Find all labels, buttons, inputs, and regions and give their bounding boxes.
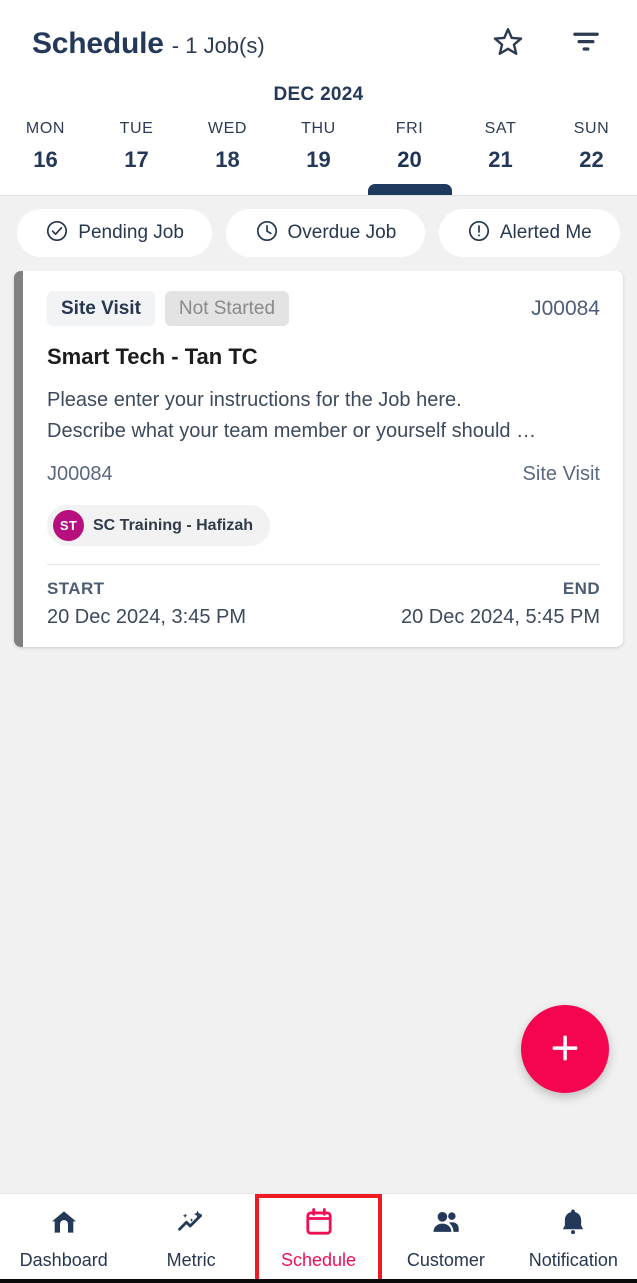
job-start-block: START 20 Dec 2024, 3:45 PM <box>47 579 246 629</box>
job-description-line-2: Describe what your team member or yourse… <box>47 420 537 442</box>
page-title-main: Schedule <box>32 27 164 60</box>
day-number-label: 19 <box>306 147 331 172</box>
home-icon <box>48 1206 80 1243</box>
job-status-tag: Not Started <box>164 291 290 326</box>
title-row: Schedule - 1 Job(s) <box>0 0 637 78</box>
job-meta-row: J00084 Site Visit <box>47 463 600 486</box>
app-header: Schedule - 1 Job(s) DEC 2024 MON 16 TUE … <box>0 0 637 196</box>
clock-icon <box>255 219 279 248</box>
filter-chip-label: Alerted Me <box>499 222 592 243</box>
filter-icon[interactable] <box>569 25 603 64</box>
job-start-value: 20 Dec 2024, 3:45 PM <box>47 606 247 628</box>
nav-label: Notification <box>528 1250 618 1270</box>
job-assignee-pill[interactable]: ST SC Training - Hafizah <box>47 505 271 546</box>
day-column-sun[interactable]: SUN 22 <box>546 116 637 195</box>
avatar: ST <box>53 510 84 541</box>
day-number-label: 20 <box>397 147 422 172</box>
day-number-label: 17 <box>124 147 149 172</box>
plus-icon <box>545 1028 585 1071</box>
filter-chip-overdue-job[interactable]: Overdue Job <box>226 209 425 257</box>
job-end-label: END <box>562 579 600 598</box>
job-card-accent-bar <box>14 271 23 647</box>
add-job-fab-button[interactable] <box>521 1005 609 1093</box>
job-card-body: Site Visit Not Started J00084 Smart Tech… <box>23 271 623 647</box>
nav-item-dashboard[interactable]: Dashboard <box>0 1194 127 1283</box>
job-start-label: START <box>47 579 105 598</box>
schedule-screen: Schedule - 1 Job(s) DEC 2024 MON 16 TUE … <box>0 0 637 1283</box>
assignee-name-label: SC Training - Hafizah <box>93 516 254 534</box>
page-title-subtitle: - 1 Job(s) <box>171 33 265 58</box>
sparkle-chart-icon <box>175 1206 207 1243</box>
day-of-week-label: TUE <box>119 120 154 137</box>
filter-chip-pending-job[interactable]: Pending Job <box>17 209 213 257</box>
star-outline-icon[interactable] <box>491 25 525 64</box>
filter-chip-label: Overdue Job <box>287 222 397 243</box>
day-of-week-label: SAT <box>484 120 517 137</box>
nav-label: Customer <box>406 1250 485 1270</box>
day-column-sat[interactable]: SAT 21 <box>455 116 546 195</box>
bottom-navigation: Dashboard Metric Schedule Customer Notif… <box>0 1193 637 1283</box>
day-number-label: 18 <box>215 147 240 172</box>
system-navigation-bar <box>0 1279 637 1283</box>
job-end-value: 20 Dec 2024, 5:45 PM <box>400 606 600 628</box>
job-meta-id: J00084 <box>47 463 113 485</box>
job-list: Site Visit Not Started J00084 Smart Tech… <box>0 271 637 1193</box>
day-column-thu[interactable]: THU 19 <box>273 116 364 195</box>
day-column-mon[interactable]: MON 16 <box>0 116 91 195</box>
job-time-row: START 20 Dec 2024, 3:45 PM END 20 Dec 20… <box>47 579 600 629</box>
header-actions <box>491 25 611 64</box>
day-number-label: 16 <box>33 147 58 172</box>
job-card-header: Site Visit Not Started J00084 <box>47 291 600 326</box>
nav-item-schedule[interactable]: Schedule <box>254 1194 383 1283</box>
people-icon <box>430 1206 462 1243</box>
nav-label: Dashboard <box>19 1250 108 1270</box>
job-card[interactable]: Site Visit Not Started J00084 Smart Tech… <box>14 271 623 647</box>
day-of-week-label: THU <box>301 120 336 137</box>
day-of-week-label: MON <box>25 120 66 137</box>
nav-label: Schedule <box>280 1250 357 1270</box>
exclamation-circle-icon <box>467 219 491 248</box>
day-column-tue[interactable]: TUE 17 <box>91 116 182 195</box>
nav-item-customer[interactable]: Customer <box>382 1194 509 1283</box>
day-of-week-label: FRI <box>395 120 424 137</box>
job-end-block: END 20 Dec 2024, 5:45 PM <box>401 579 600 629</box>
job-type-tag[interactable]: Site Visit <box>47 291 155 326</box>
week-strip: MON 16 TUE 17 WED 18 THU 19 FRI 20 SAT 2… <box>0 116 637 196</box>
job-description-line-1: Please enter your instructions for the J… <box>47 389 462 411</box>
bell-icon <box>557 1206 589 1243</box>
day-number-label: 21 <box>488 147 513 172</box>
month-label: DEC 2024 <box>273 84 364 105</box>
job-card-divider <box>47 564 600 565</box>
calendar-icon <box>303 1206 335 1243</box>
selected-day-indicator <box>367 184 452 195</box>
job-description: Please enter your instructions for the J… <box>47 385 600 447</box>
day-column-wed[interactable]: WED 18 <box>182 116 273 195</box>
check-circle-icon <box>45 219 69 248</box>
day-of-week-label: WED <box>207 120 248 137</box>
job-title: Smart Tech - Tan TC <box>47 344 258 369</box>
job-meta-type: Site Visit <box>522 463 600 485</box>
day-column-fri-selected[interactable]: FRI 20 <box>364 116 455 195</box>
filter-chip-bar: Pending Job Overdue Job Alerted Me <box>0 196 637 271</box>
filter-chip-label: Pending Job <box>78 222 184 243</box>
day-of-week-label: SUN <box>573 120 610 137</box>
day-number-label: 22 <box>579 147 604 172</box>
filter-chip-alerted-me[interactable]: Alerted Me <box>438 209 621 257</box>
job-id-header: J00084 <box>531 296 600 320</box>
page-title: Schedule - 1 Job(s) <box>32 27 491 61</box>
nav-label: Metric <box>166 1250 216 1270</box>
nav-item-metric[interactable]: Metric <box>127 1194 254 1283</box>
nav-item-notification[interactable]: Notification <box>510 1194 637 1283</box>
